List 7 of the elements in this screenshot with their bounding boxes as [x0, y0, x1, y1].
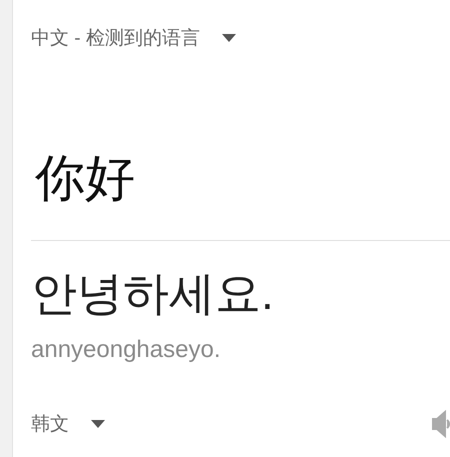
- dropdown-caret-icon[interactable]: [91, 420, 105, 428]
- source-text: 你好: [35, 153, 136, 203]
- translated-text: 안녕하세요.: [31, 270, 275, 316]
- source-language-selector[interactable]: 中文 - 检测到的语言: [31, 25, 200, 51]
- dropdown-caret-icon[interactable]: [222, 34, 236, 42]
- target-language-selector[interactable]: 韩文: [31, 411, 69, 437]
- romanization-text: annyeonghaseyo.: [31, 338, 222, 362]
